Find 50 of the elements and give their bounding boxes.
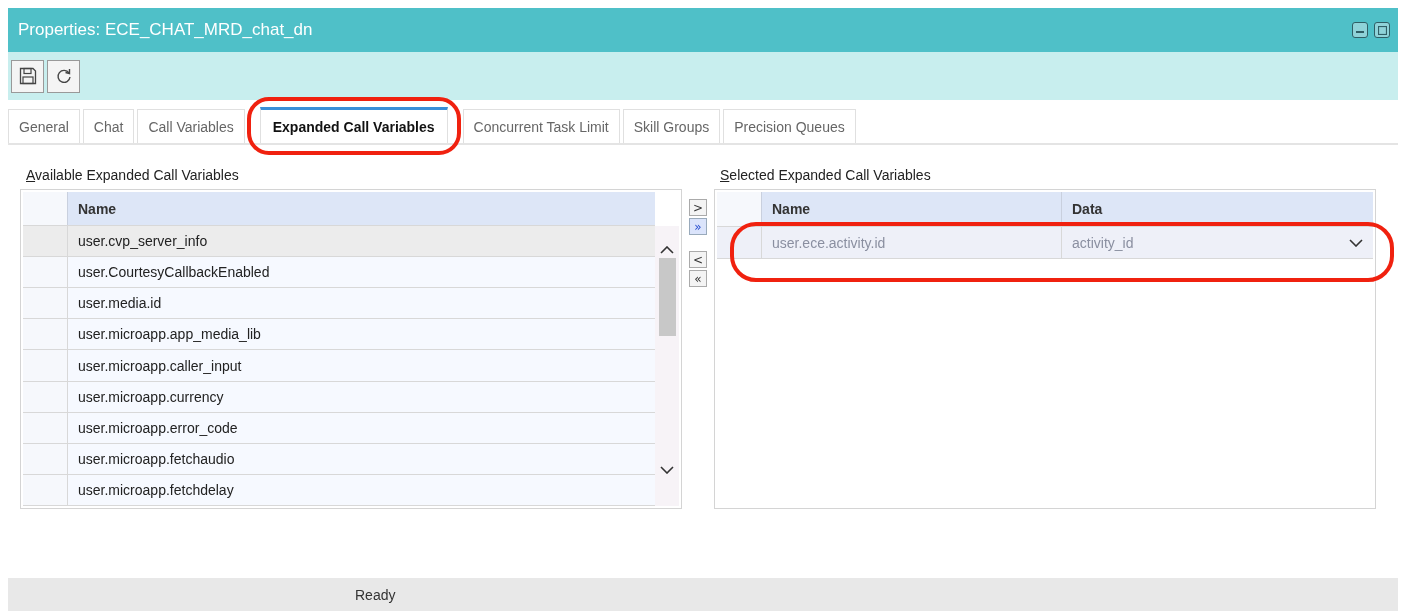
transfer-button[interactable]: « [689,270,707,287]
row-header [23,226,67,257]
row-header [23,319,67,350]
panel-label: Selected Expanded Call Variables [719,166,932,185]
maximize-icon [1377,25,1387,35]
chevron-down-icon [1349,238,1363,247]
minimize-button[interactable] [1352,22,1368,38]
row-header [717,192,761,226]
row-header [23,381,67,412]
transfer-button[interactable]: » [689,218,707,235]
name-cell[interactable]: user.microapp.fetchaudio [67,443,655,474]
row-header [23,412,67,443]
name-cell[interactable]: user.microapp.app_media_lib [67,319,655,350]
scrollbar-thumb[interactable] [658,258,676,336]
row-header [23,257,67,288]
column-header[interactable]: Name [761,192,1061,226]
row-header [23,192,67,225]
dropdown-value: activity_id [1072,234,1134,251]
name-cell[interactable]: user.microapp.error_code [67,412,655,443]
window-title: Properties: ECE_CHAT_MRD_chat_dn [18,20,313,40]
name-cell[interactable]: user.CourtesyCallbackEnabled [67,257,655,288]
tab[interactable]: Skill Groups [622,109,721,143]
name-cell[interactable]: user.microapp.currency [67,381,655,412]
tab[interactable]: Chat [82,109,135,143]
save-button[interactable] [11,59,44,93]
tab[interactable]: Precision Queues [723,109,856,143]
row-header [23,474,67,505]
name-cell[interactable]: user.microapp.caller_input [67,350,655,381]
row-header [717,227,761,258]
name-cell[interactable]: user.cvp_server_info [67,226,655,257]
name-cell[interactable]: user.media.id [67,288,655,319]
column-header[interactable]: Data [1061,192,1373,226]
refresh-button[interactable] [47,59,80,93]
status-text: Ready [355,586,396,603]
chevron-up-icon[interactable] [660,246,674,254]
tab[interactable]: General [8,109,80,143]
transfer-button[interactable]: < [689,251,707,268]
name-cell[interactable]: user.microapp.fetchdelay [67,474,655,505]
panel-label: Available Expanded Call Variables [25,166,240,185]
refresh-icon [54,67,73,85]
tab[interactable]: Call Variables [137,109,245,143]
tab[interactable]: Expanded Call Variables [259,107,448,143]
maximize-button[interactable] [1374,22,1390,38]
tab[interactable]: Concurrent Task Limit [462,109,620,143]
transfer-button[interactable]: > [689,199,707,216]
chevron-down-icon[interactable] [660,466,674,474]
row-header [23,288,67,319]
row-header [23,350,67,381]
scrollbar[interactable] [655,226,679,506]
row-header [23,443,67,474]
